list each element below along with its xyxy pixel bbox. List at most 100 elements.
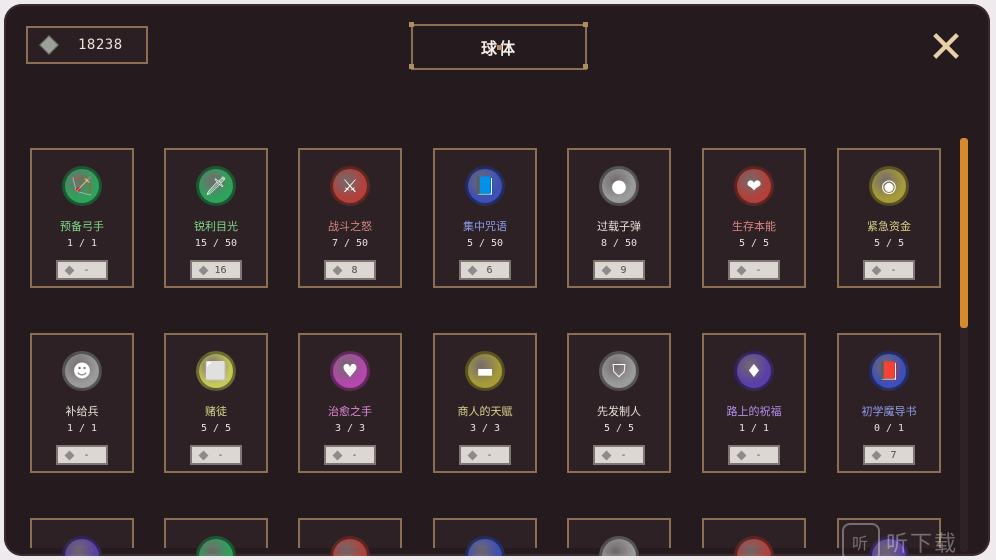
orb-level: 5 / 5 (738, 238, 770, 249)
orb-card[interactable]: ● 过载子弹 8 / 50 9 (567, 148, 671, 288)
orb-name: 战斗之怒 (328, 220, 372, 233)
upgrade-cost: - (486, 449, 493, 461)
heart-hand-icon: ♥ (330, 351, 370, 391)
orb-card[interactable]: 🏹 预备弓手 1 / 1 - (30, 148, 134, 288)
orb-level: 8 / 50 (600, 238, 638, 249)
gem-icon (39, 35, 59, 55)
upgrade-button[interactable]: - (56, 445, 108, 465)
upgrade-button[interactable]: - (728, 445, 780, 465)
bullets-icon: ● (599, 166, 639, 206)
orb-level: 1 / 1 (738, 423, 770, 434)
upgrade-button[interactable]: - (863, 260, 915, 280)
orb-card[interactable]: ⚔ 战斗之怒 7 / 50 8 (298, 148, 402, 288)
orb-card-partial[interactable] (164, 518, 268, 556)
watermark-logo-icon: 听 (842, 523, 880, 556)
upgrade-button[interactable]: - (593, 445, 645, 465)
dice-icon: ⬜ (196, 351, 236, 391)
game-panel: 18238 球体 ✕ 🏹 预备弓手 1 / 1 - 🗡 锐利目光 15 / 50 16 ⚔ 战斗之… (4, 4, 990, 556)
currency-display: 18238 (26, 26, 148, 64)
orb-level: 5 / 5 (873, 238, 905, 249)
spellbook-icon: 📕 (869, 351, 909, 391)
close-x-icon: ✕ (927, 22, 965, 73)
orb-card-partial[interactable] (298, 518, 402, 556)
orb-level: 5 / 5 (603, 423, 635, 434)
upgrade-cost: 6 (486, 264, 493, 276)
upgrade-cost: 9 (620, 264, 627, 276)
upgrade-button[interactable]: 6 (459, 260, 511, 280)
orb-name: 预备弓手 (60, 220, 104, 233)
orb-card[interactable]: ⛉ 先发制人 5 / 5 - (567, 333, 671, 473)
orb-icon (734, 536, 774, 556)
orb-level: 1 / 1 (66, 423, 98, 434)
orb-card[interactable]: ⬜ 赌徒 5 / 5 - (164, 333, 268, 473)
upgrade-cost: - (755, 449, 762, 461)
orb-icon (465, 536, 505, 556)
orb-level: 5 / 50 (466, 238, 504, 249)
orb-name: 锐利目光 (194, 220, 238, 233)
orb-level: 7 / 50 (331, 238, 369, 249)
close-button[interactable]: ✕ (926, 22, 966, 73)
scrollbar[interactable] (960, 138, 968, 552)
orb-name: 商人的天赋 (457, 405, 513, 418)
orb-name: 集中咒语 (463, 220, 507, 233)
upgrade-button[interactable]: - (56, 260, 108, 280)
orb-card[interactable]: ◉ 紧急资金 5 / 5 - (837, 148, 941, 288)
upgrade-button[interactable]: - (190, 445, 242, 465)
orb-name: 紧急资金 (867, 220, 911, 233)
upgrade-cost: 8 (351, 264, 358, 276)
orb-level: 3 / 3 (334, 423, 366, 434)
upgrade-cost: - (351, 449, 358, 461)
upgrade-button[interactable]: 9 (593, 260, 645, 280)
heart-icon: ❤ (734, 166, 774, 206)
watermark-text: 听下载 (886, 532, 959, 556)
orb-level: 1 / 1 (66, 238, 98, 249)
orb-level: 5 / 5 (200, 423, 232, 434)
watermark: 听 听下载 (842, 522, 958, 556)
orb-card[interactable]: ❤ 生存本能 5 / 5 - (702, 148, 806, 288)
upgrade-cost: - (755, 264, 762, 276)
orb-card[interactable]: ♥ 治愈之手 3 / 3 - (298, 333, 402, 473)
orb-card[interactable]: 🗡 锐利目光 15 / 50 16 (164, 148, 268, 288)
title-text: 球体 (480, 39, 517, 58)
scrollbar-thumb[interactable] (960, 138, 968, 328)
orb-level: 15 / 50 (194, 238, 238, 249)
soldier-icon: ☻ (62, 351, 102, 391)
upgrade-button[interactable]: - (459, 445, 511, 465)
orb-name: 赌徒 (205, 405, 227, 418)
orb-icon (196, 536, 236, 556)
orb-card-partial[interactable] (30, 518, 134, 556)
orb-card[interactable]: ♦ 路上的祝福 1 / 1 - (702, 333, 806, 473)
orb-card[interactable]: 📘 集中咒语 5 / 50 6 (433, 148, 537, 288)
shield-icon: ⛉ (599, 351, 639, 391)
orb-icon (599, 536, 639, 556)
upgrade-button[interactable]: - (324, 445, 376, 465)
bow-icon: 🏹 (62, 166, 102, 206)
orb-card[interactable]: ▬ 商人的天赋 3 / 3 - (433, 333, 537, 473)
upgrade-cost: - (890, 264, 897, 276)
upgrade-cost: - (620, 449, 627, 461)
orb-level: 3 / 3 (469, 423, 501, 434)
upgrade-button[interactable]: - (728, 260, 780, 280)
orb-card[interactable]: 📕 初学魔导书 0 / 1 7 (837, 333, 941, 473)
orb-name: 初学魔导书 (861, 405, 917, 418)
upgrade-cost: - (217, 449, 224, 461)
sword-icon: 🗡 (196, 166, 236, 206)
gold-bar-icon: ▬ (465, 351, 505, 391)
upgrade-button[interactable]: 7 (863, 445, 915, 465)
upgrade-button[interactable]: 16 (190, 260, 242, 280)
upgrade-cost: - (83, 449, 90, 461)
orb-card[interactable]: ☻ 补给兵 1 / 1 - (30, 333, 134, 473)
orb-card-partial[interactable] (702, 518, 806, 556)
orb-card-partial[interactable] (433, 518, 537, 556)
orb-icon (330, 536, 370, 556)
orb-icon (62, 536, 102, 556)
sword-icon: ⚔ (330, 166, 370, 206)
crystal-icon: ♦ (734, 351, 774, 391)
orb-name: 路上的祝福 (726, 405, 782, 418)
upgrade-cost: 7 (890, 449, 897, 461)
upgrade-button[interactable]: 8 (324, 260, 376, 280)
orb-card-partial[interactable] (567, 518, 671, 556)
upgrade-cost: 16 (214, 264, 227, 276)
orb-name: 治愈之手 (328, 405, 372, 418)
orb-level: 0 / 1 (873, 423, 905, 434)
